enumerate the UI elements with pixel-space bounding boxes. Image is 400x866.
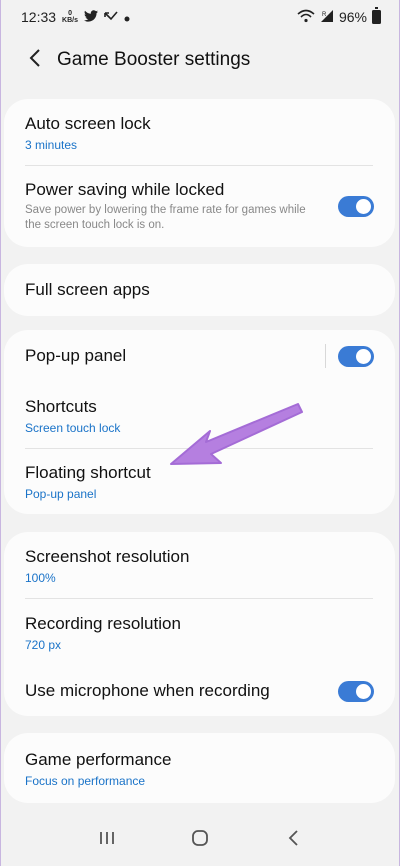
battery-icon xyxy=(372,7,381,24)
page-title: Game Booster settings xyxy=(57,49,251,70)
app-header: Game Booster settings xyxy=(1,34,399,86)
vertical-separator xyxy=(325,344,326,368)
recent-apps-button[interactable] xyxy=(87,825,127,855)
recent-apps-icon xyxy=(99,830,115,851)
status-left: 12:33 0 KB/s xyxy=(21,9,130,25)
shortcuts-value: Screen touch lock xyxy=(25,420,121,435)
popup-panel-toggle[interactable] xyxy=(338,345,374,367)
row-text: Game performance Focus on performance xyxy=(25,749,374,788)
microphone-title: Use microphone when recording xyxy=(25,681,270,700)
row-text: Use microphone when recording xyxy=(25,680,338,702)
setting-popup-panel[interactable]: Pop-up panel xyxy=(4,330,395,382)
notification-dot-icon xyxy=(124,9,130,25)
floating-shortcut-value: Pop-up panel xyxy=(25,486,97,501)
nav-back-button[interactable] xyxy=(273,825,313,855)
status-time: 12:33 xyxy=(21,9,57,25)
setting-full-screen-apps[interactable]: Full screen apps xyxy=(4,264,395,316)
home-icon xyxy=(191,829,209,852)
network-speed-unit: KB/s xyxy=(62,17,78,24)
auto-lock-value: 3 minutes xyxy=(25,137,78,152)
missed-call-icon xyxy=(104,9,118,25)
recording-res-value: 720 px xyxy=(25,637,62,652)
row-text: Recording resolution 720 px xyxy=(25,613,374,652)
row-text: Auto screen lock 3 minutes xyxy=(25,113,374,152)
network-speed-value: 0 xyxy=(68,10,72,17)
home-button[interactable] xyxy=(180,825,220,855)
setting-microphone[interactable]: Use microphone when recording xyxy=(4,665,395,717)
card-full-screen: Full screen apps xyxy=(4,264,395,316)
microphone-toggle[interactable] xyxy=(338,680,374,702)
setting-power-saving[interactable]: Power saving while locked Save power by … xyxy=(4,166,395,246)
recording-res-title: Recording resolution xyxy=(25,613,181,633)
setting-recording-resolution[interactable]: Recording resolution 720 px xyxy=(4,599,395,665)
card-lock-settings: Auto screen lock 3 minutes Power saving … xyxy=(4,99,395,247)
power-saving-title: Power saving while locked xyxy=(25,180,225,199)
popup-panel-title: Pop-up panel xyxy=(25,346,127,365)
status-bar: 12:33 0 KB/s R 96% xyxy=(1,0,399,34)
back-button[interactable] xyxy=(23,48,47,72)
row-text: Power saving while locked Save power by … xyxy=(25,179,338,233)
row-text: Pop-up panel xyxy=(25,345,325,367)
wifi-icon xyxy=(297,9,315,26)
full-screen-title: Full screen apps xyxy=(25,280,150,299)
screenshot-res-title: Screenshot resolution xyxy=(25,546,190,566)
row-text: Floating shortcut Pop-up panel xyxy=(25,462,374,501)
setting-auto-screen-lock[interactable]: Auto screen lock 3 minutes xyxy=(4,99,395,165)
performance-title: Game performance xyxy=(25,749,172,769)
row-text: Screenshot resolution 100% xyxy=(25,546,374,585)
shortcuts-title: Shortcuts xyxy=(25,396,97,416)
status-right: R 96% xyxy=(297,7,381,26)
chevron-left-icon xyxy=(29,48,41,72)
floating-shortcut-title: Floating shortcut xyxy=(25,462,151,482)
setting-shortcuts[interactable]: Shortcuts Screen touch lock xyxy=(4,382,395,448)
setting-game-performance[interactable]: Game performance Focus on performance xyxy=(4,733,395,803)
network-speed: 0 KB/s xyxy=(62,10,78,24)
battery-percent: 96% xyxy=(338,9,367,25)
setting-screenshot-resolution[interactable]: Screenshot resolution 100% xyxy=(4,532,395,598)
nav-back-icon xyxy=(287,829,299,852)
card-performance: Game performance Focus on performance xyxy=(4,733,395,803)
screenshot-res-value: 100% xyxy=(25,570,56,585)
signal-icon: R xyxy=(320,9,334,26)
auto-lock-title: Auto screen lock xyxy=(25,113,151,133)
performance-value: Focus on performance xyxy=(25,773,146,788)
navigation-bar xyxy=(1,814,399,866)
svg-text:R: R xyxy=(322,12,327,18)
card-capture-settings: Screenshot resolution 100% Recording res… xyxy=(4,532,395,716)
row-text: Shortcuts Screen touch lock xyxy=(25,396,374,435)
power-saving-description: Save power by lowering the frame rate fo… xyxy=(25,204,306,231)
setting-floating-shortcut[interactable]: Floating shortcut Pop-up panel xyxy=(4,449,395,513)
power-saving-toggle[interactable] xyxy=(338,195,374,217)
card-panel-settings: Pop-up panel Shortcuts Screen touch lock… xyxy=(4,330,395,514)
twitter-icon xyxy=(84,9,98,25)
